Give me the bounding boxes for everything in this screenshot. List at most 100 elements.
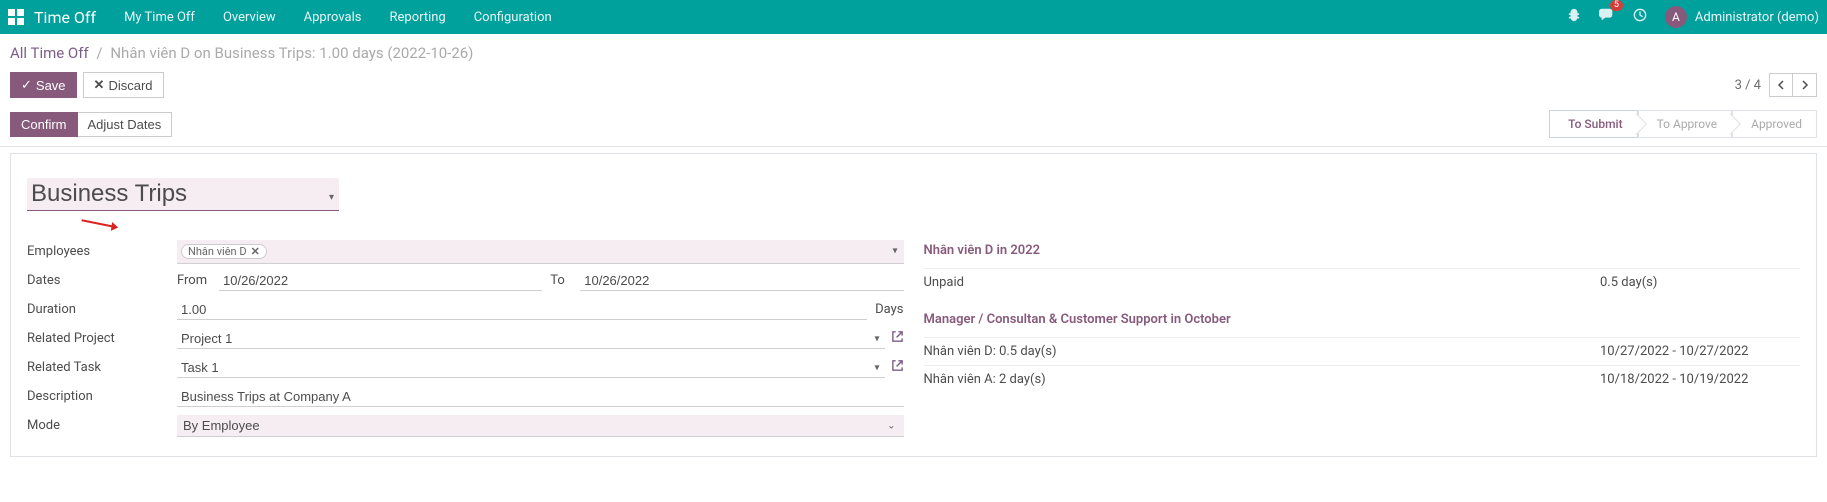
pager-buttons (1769, 73, 1817, 97)
breadcrumb-current: Nhân viên D on Business Trips: 1.00 days… (110, 44, 473, 62)
summary-title-1: Nhân viên D in 2022 (924, 237, 1801, 268)
value-mode: By Employee ⌄ (177, 415, 904, 437)
label-dates: Dates (27, 273, 177, 288)
apps-icon[interactable] (8, 9, 24, 25)
stage-to-approve[interactable]: To Approve (1638, 110, 1733, 138)
summary-department: Manager / Consultan & Customer Support i… (924, 306, 1801, 393)
employee-tag-label: Nhân viên D (188, 245, 247, 258)
stage-approved[interactable]: Approved (1732, 110, 1817, 138)
discard-label: Discard (108, 78, 152, 93)
stage-to-submit[interactable]: To Submit (1549, 110, 1637, 138)
chevron-left-icon (1777, 80, 1785, 90)
mode-select[interactable]: By Employee (177, 415, 904, 437)
title-field-wrap: ▾ (27, 178, 1800, 211)
top-nav-right: 5 A Administrator (demo) (1567, 6, 1819, 28)
pager-prev[interactable] (1769, 73, 1793, 97)
debug-icon[interactable] (1567, 8, 1581, 26)
breadcrumb-sep: / (96, 44, 102, 62)
chat-icon[interactable]: 5 (1599, 8, 1615, 26)
value-employees: Nhân viên D ✕ ▾ (177, 240, 904, 264)
summary-label-unpaid: Unpaid (924, 275, 1601, 290)
value-related-project: ▾ (177, 329, 904, 349)
row-mode: Mode By Employee ⌄ (27, 411, 904, 440)
nav-menu: My Time Off Overview Approvals Reporting… (124, 10, 552, 25)
external-link-icon[interactable] (891, 359, 904, 376)
label-mode: Mode (27, 418, 177, 433)
breadcrumb-row: All Time Off / Nhân viên D on Business T… (0, 34, 1827, 66)
row-duration: Duration Days (27, 295, 904, 324)
chevron-down-icon[interactable]: ▾ (874, 362, 879, 373)
status-stages: To Submit To Approve Approved (1549, 110, 1817, 138)
nav-item-configuration[interactable]: Configuration (474, 10, 552, 25)
related-task-input[interactable] (177, 358, 885, 378)
statusbar-row: Confirm Adjust Dates To Submit To Approv… (0, 106, 1827, 147)
employee-tag: Nhân viên D ✕ (181, 244, 267, 259)
nav-item-approvals[interactable]: Approvals (304, 10, 362, 25)
user-menu[interactable]: A Administrator (demo) (1665, 6, 1819, 28)
activities-icon[interactable] (1633, 8, 1647, 26)
top-nav: Time Off My Time Off Overview Approvals … (0, 0, 1827, 34)
check-icon: ✓ (21, 77, 32, 93)
x-icon: ✕ (94, 77, 105, 93)
breadcrumb: All Time Off / Nhân viên D on Business T… (10, 44, 473, 62)
avatar: A (1665, 6, 1687, 28)
summary-row-unpaid: Unpaid 0.5 day(s) (924, 268, 1801, 296)
pager-next[interactable] (1793, 73, 1817, 97)
nav-item-my-time-off[interactable]: My Time Off (124, 10, 195, 25)
value-related-task: ▾ (177, 358, 904, 378)
save-label: Save (36, 78, 66, 93)
duration-input[interactable] (177, 300, 867, 320)
date-row: From To (177, 271, 904, 291)
row-dates: Dates From To (27, 266, 904, 295)
summary-label-d: Nhân viên D: 0.5 day(s) (924, 344, 1601, 359)
summary-value-a: 10/18/2022 - 10/19/2022 (1600, 372, 1800, 387)
pager-text[interactable]: 3 / 4 (1735, 78, 1761, 93)
employees-field[interactable]: Nhân viên D ✕ ▾ (177, 240, 904, 264)
adjust-dates-button[interactable]: Adjust Dates (78, 112, 173, 137)
summary-value-unpaid: 0.5 day(s) (1600, 275, 1800, 290)
user-name: Administrator (demo) (1695, 10, 1819, 25)
value-dates: From To (177, 271, 904, 291)
form-sheet: ▾ Employees Nhân viên D ✕ ▾ (10, 153, 1817, 457)
value-description (177, 387, 904, 407)
date-from-input[interactable] (219, 271, 542, 291)
external-link-icon[interactable] (891, 330, 904, 347)
tag-remove-icon[interactable]: ✕ (251, 245, 260, 258)
discard-button[interactable]: ✕ Discard (83, 72, 164, 98)
row-related-task: Related Task ▾ (27, 353, 904, 382)
summary-row-a: Nhân viên A: 2 day(s) 10/18/2022 - 10/19… (924, 365, 1801, 393)
form-col-left: Employees Nhân viên D ✕ ▾ Dates From (27, 237, 904, 440)
action-row: ✓ Save ✕ Discard 3 / 4 (0, 66, 1827, 106)
chevron-right-icon (1801, 80, 1809, 90)
app-title[interactable]: Time Off (34, 8, 96, 27)
label-related-project: Related Project (27, 331, 177, 346)
nav-item-reporting[interactable]: Reporting (389, 10, 445, 25)
label-employees: Employees (27, 244, 177, 259)
confirm-button[interactable]: Confirm (10, 112, 78, 137)
nav-item-overview[interactable]: Overview (223, 10, 276, 25)
duration-unit: Days (875, 302, 903, 317)
row-related-project: Related Project ▾ (27, 324, 904, 353)
summary-employee: Nhân viên D in 2022 Unpaid 0.5 day(s) (924, 237, 1801, 296)
date-to-input[interactable] (580, 271, 903, 291)
summary-value-d: 10/27/2022 - 10/27/2022 (1600, 344, 1800, 359)
mode-select-wrap: By Employee ⌄ (177, 415, 904, 437)
chevron-down-icon[interactable]: ▾ (329, 192, 334, 203)
label-from: From (177, 273, 211, 288)
chevron-down-icon[interactable]: ▾ (874, 333, 879, 344)
label-related-task: Related Task (27, 360, 177, 375)
top-nav-left: Time Off My Time Off Overview Approvals … (8, 8, 552, 27)
statusbar-buttons: Confirm Adjust Dates (10, 112, 172, 137)
chevron-down-icon[interactable]: ▾ (892, 246, 897, 257)
form-grid: Employees Nhân viên D ✕ ▾ Dates From (27, 237, 1800, 440)
time-off-type-input[interactable] (27, 178, 339, 211)
label-duration: Duration (27, 302, 177, 317)
save-button[interactable]: ✓ Save (10, 72, 77, 98)
value-duration: Days (177, 300, 904, 320)
breadcrumb-root[interactable]: All Time Off (10, 44, 89, 62)
related-project-input[interactable] (177, 329, 885, 349)
label-description: Description (27, 389, 177, 404)
description-input[interactable] (177, 387, 904, 407)
summary-row-d: Nhân viên D: 0.5 day(s) 10/27/2022 - 10/… (924, 337, 1801, 365)
summary-label-a: Nhân viên A: 2 day(s) (924, 372, 1601, 387)
